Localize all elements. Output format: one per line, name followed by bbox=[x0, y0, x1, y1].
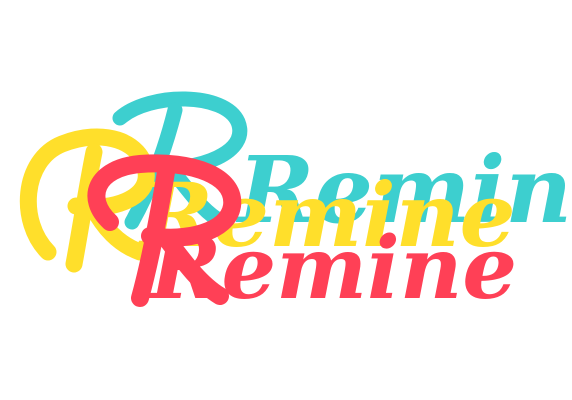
red-word: Remine bbox=[147, 218, 517, 319]
yellow-layer bbox=[19, 128, 155, 273]
name-logo: Remine Remine Remine bbox=[19, 91, 572, 319]
logo-canvas: Remine Remine Remine bbox=[0, 0, 572, 400]
